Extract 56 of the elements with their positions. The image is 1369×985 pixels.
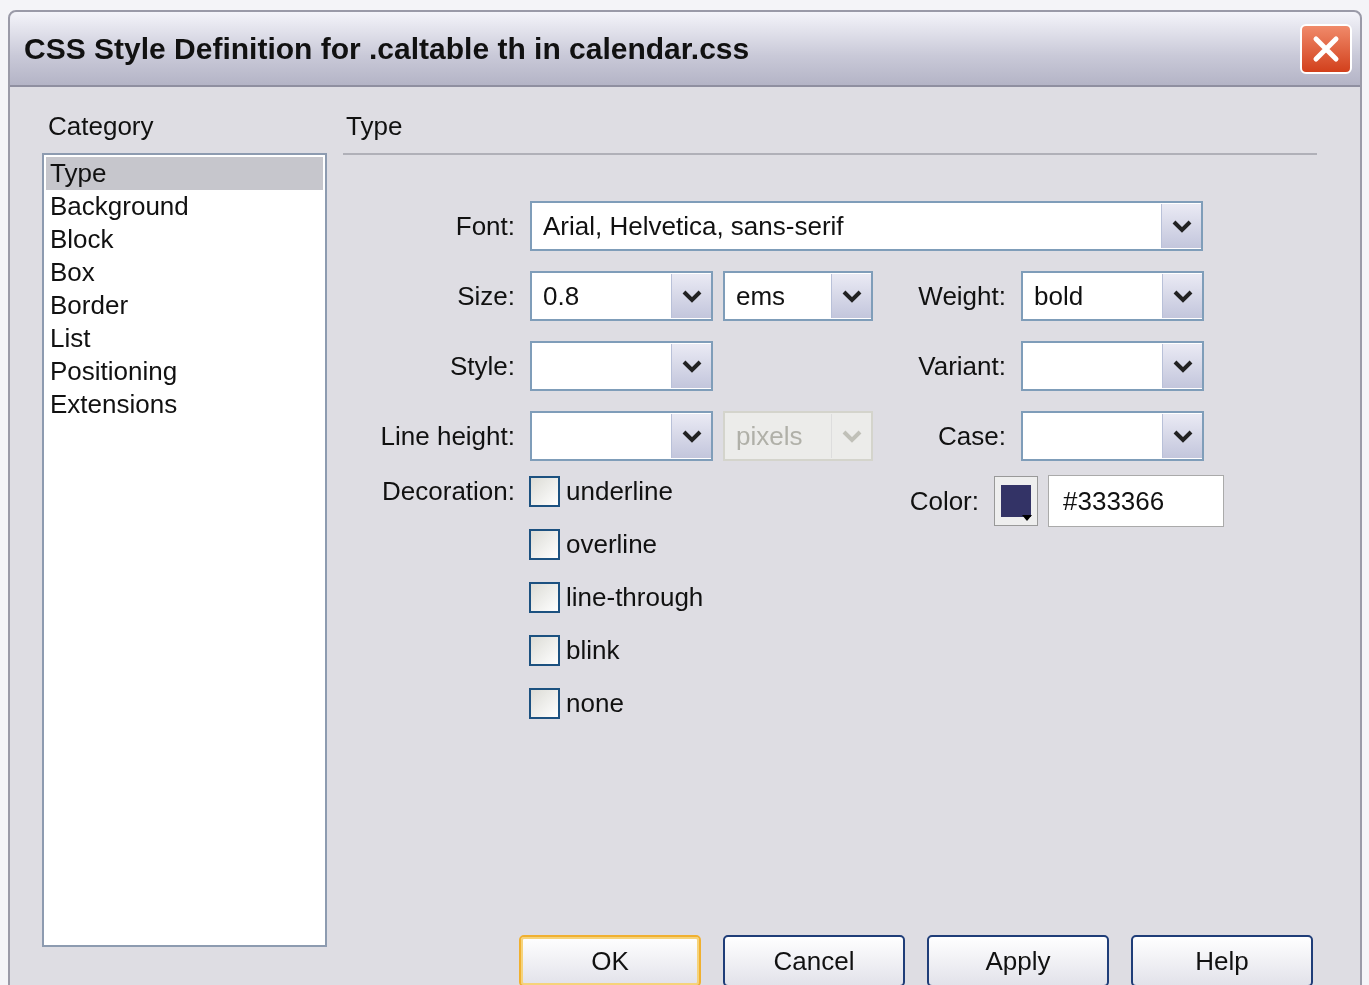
checkbox-label: underline [566, 475, 673, 508]
chevron-icon [680, 288, 703, 304]
line-height-dropdown[interactable] [530, 411, 713, 461]
chevron-icon [1171, 428, 1194, 444]
category-item[interactable]: Box [46, 256, 323, 289]
dialog-button[interactable]: Apply [927, 935, 1109, 985]
field-label: Case: [937, 419, 1006, 453]
close-icon [1311, 33, 1341, 64]
category-item[interactable]: Block [46, 223, 323, 256]
unit-dropdown[interactable]: ems [723, 271, 873, 321]
category-item[interactable]: List [46, 322, 323, 355]
checkbox-label: blink [566, 634, 620, 667]
checkbox-label: line-through [566, 581, 704, 614]
field-label: Color: [908, 484, 979, 518]
font-dropdown[interactable]: Arial, Helvetica, sans-serif [530, 201, 1203, 251]
checkbox-label: none [566, 687, 624, 720]
category-item[interactable]: Extensions [46, 388, 323, 421]
dialog-button[interactable]: Cancel [723, 935, 905, 985]
field-label: Line height: [379, 419, 515, 453]
chevron-icon [1171, 358, 1194, 374]
chevron-icon [680, 358, 703, 374]
field-label: Font: [454, 209, 515, 243]
chevron-icon [840, 288, 863, 304]
triangle-icon [1022, 515, 1032, 521]
checkbox[interactable] [529, 582, 560, 613]
category-item[interactable]: Type [46, 157, 323, 190]
chevron-icon [1170, 218, 1193, 234]
checkbox-label: overline [566, 528, 658, 561]
checkbox[interactable] [529, 635, 560, 666]
weight-dropdown[interactable]: bold [1021, 271, 1204, 321]
chevron-icon [1171, 288, 1194, 304]
chevron-icon [680, 428, 703, 444]
case-dropdown[interactable] [1021, 411, 1204, 461]
close-button[interactable] [1300, 23, 1352, 74]
checkbox[interactable] [529, 688, 560, 719]
style-dropdown[interactable] [530, 341, 713, 391]
field-label: Style: [448, 349, 515, 383]
checkbox[interactable] [529, 529, 560, 560]
category-item[interactable]: Background [46, 190, 323, 223]
dialog-button[interactable]: OK [519, 935, 701, 985]
field-label: Size: [456, 279, 515, 313]
category-item[interactable]: Border [46, 289, 323, 322]
window-title: CSS Style Definition for .caltable th in calendar.css [24, 31, 750, 67]
checkbox[interactable] [529, 476, 560, 507]
color-field[interactable]: #333366 [1048, 475, 1224, 527]
size-dropdown[interactable]: 0.8 [530, 271, 713, 321]
field-label: Variant: [917, 349, 1006, 383]
chevron-icon [840, 428, 863, 444]
category-item[interactable]: Positioning [46, 355, 323, 388]
field-label: Weight: [917, 279, 1006, 313]
dialog-button[interactable]: Help [1131, 935, 1313, 985]
category-label: Category [47, 110, 155, 143]
color-picker[interactable] [994, 476, 1038, 526]
panel-title: Type [345, 110, 404, 143]
field-label: Decoration: [381, 475, 515, 508]
variant-dropdown[interactable] [1021, 341, 1204, 391]
